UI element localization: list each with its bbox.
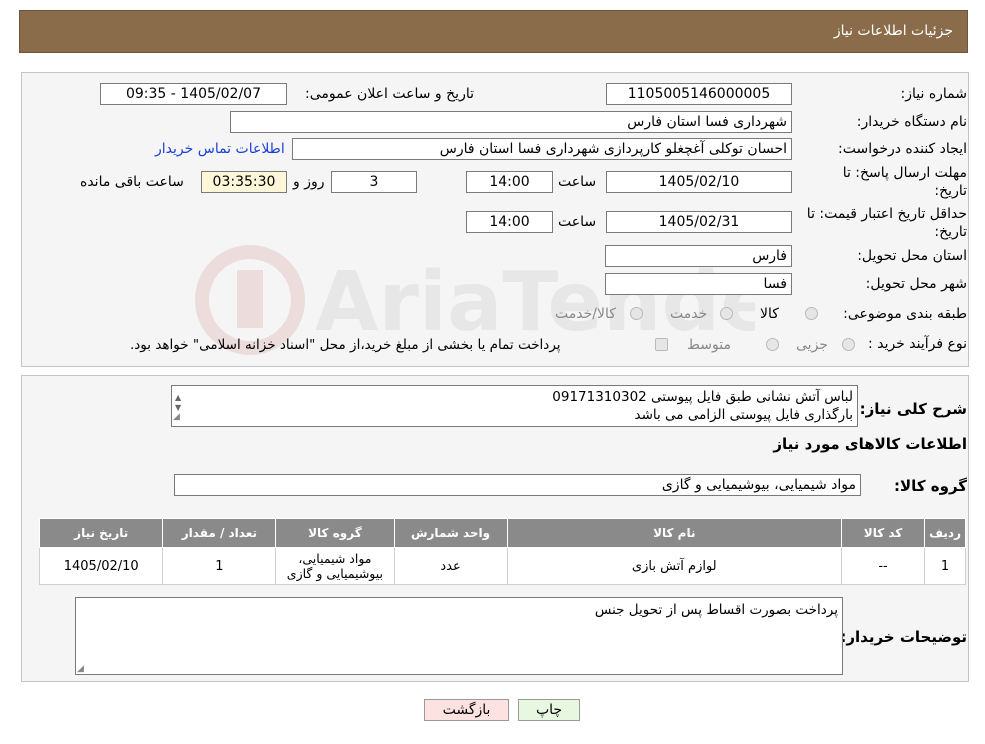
cell-unit: عدد (393, 547, 508, 585)
description-line-1: لباس آتش نشانی طبق فایل پیوستی 091713103… (552, 389, 853, 405)
col-date: تاریخ نیاز (38, 518, 164, 548)
table-row: 1 -- لوازم آتش بازی عدد مواد شیمیایی، بی… (38, 547, 966, 585)
creator-label: ایجاد کننده درخواست: (838, 141, 967, 157)
city-field: فسا (605, 273, 792, 295)
validity-time-label: ساعت (558, 214, 597, 230)
cell-date: 1405/02/10 (38, 547, 164, 585)
page-header: جزئیات اطلاعات نیاز (19, 10, 968, 53)
category-goods-service-radio[interactable] (630, 307, 643, 320)
goods-group-label: گروه کالا: (894, 477, 967, 495)
validity-date-field: 1405/02/31 (606, 211, 792, 233)
category-goods-radio[interactable] (805, 307, 818, 320)
goods-table-header: ردیف کد کالا نام کالا واحد شمارش گروه کا… (38, 518, 966, 548)
page-title: جزئیات اطلاعات نیاز (833, 23, 953, 39)
deadline-time-field: 14:00 (466, 171, 553, 193)
col-qty: تعداد / مقدار (162, 518, 277, 548)
need-number-label: شماره نیاز: (900, 86, 968, 102)
cell-row: 1 (924, 547, 966, 585)
city-label: شهر محل تحویل: (865, 276, 967, 292)
need-number-field: 1105005146000005 (606, 83, 792, 105)
description-label: شرح کلی نیاز: (859, 400, 967, 418)
print-button[interactable]: چاپ (518, 699, 580, 721)
col-group: گروه کالا (275, 518, 395, 548)
announce-label: تاریخ و ساعت اعلان عمومی: (305, 86, 474, 102)
days-field: 3 (331, 171, 417, 193)
col-row: ردیف (924, 518, 966, 548)
buyer-notes-label: توضیحات خریدار: (840, 628, 967, 646)
col-unit: واحد شمارش (393, 518, 508, 548)
buyer-org-field: شهرداری فسا استان فارس (230, 111, 792, 133)
category-service-label: خدمت (670, 306, 708, 322)
category-label: طبقه بندی موضوعی: (843, 306, 967, 322)
process-label: نوع فرآیند خرید : (868, 336, 967, 352)
deadline-label-2: تاریخ: (934, 183, 967, 199)
buyer-contact-link[interactable]: اطلاعات تماس خریدار (155, 141, 285, 157)
validity-label-2: تاریخ: (934, 224, 967, 240)
category-goods-label: کالا (760, 306, 779, 322)
process-minor-radio[interactable] (842, 338, 855, 351)
remaining-time-field: 03:35:30 (201, 171, 287, 193)
remaining-label: ساعت باقی مانده (80, 174, 184, 190)
deadline-date-field: 1405/02/10 (606, 171, 792, 193)
col-name: نام کالا (506, 518, 842, 548)
category-service-radio[interactable] (720, 307, 733, 320)
province-label: استان محل تحویل: (857, 248, 967, 264)
category-goods-service-label: کالا/خدمت (555, 306, 616, 322)
resize-handle-icon[interactable]: ◢ (77, 664, 84, 674)
validity-label-1: حداقل تاریخ اعتبار قیمت: تا (806, 206, 967, 222)
process-treasury-checkbox[interactable] (655, 338, 668, 351)
description-textarea[interactable]: لباس آتش نشانی طبق فایل پیوستی 091713103… (171, 385, 858, 427)
resize-handle-icon[interactable]: ◢ (173, 408, 180, 426)
deadline-time-label: ساعت (558, 174, 597, 190)
cell-name: لوازم آتش بازی (506, 547, 842, 585)
province-field: فارس (605, 245, 792, 267)
back-button[interactable]: بازگشت (424, 699, 509, 721)
description-line-2: بارگذاری فایل پیوستی الزامی می باشد (634, 407, 854, 423)
process-medium-radio[interactable] (766, 338, 779, 351)
validity-time-field: 14:00 (466, 211, 553, 233)
goods-group-field: مواد شیمیایی، بیوشیمیایی و گازی (174, 474, 861, 496)
cell-code: -- (840, 547, 926, 585)
buyer-org-label: نام دستگاه خریدار: (856, 114, 967, 130)
goods-section-title: اطلاعات کالاهای مورد نیاز (773, 435, 967, 453)
cell-qty: 1 (162, 547, 277, 585)
process-note: پرداخت تمام یا بخشی از مبلغ خرید،از محل … (130, 337, 561, 353)
goods-table: ردیف کد کالا نام کالا واحد شمارش گروه کا… (38, 518, 966, 585)
days-label: روز و (293, 174, 325, 190)
cell-group: مواد شیمیایی، بیوشیمیایی و گازی (275, 547, 395, 585)
buyer-notes-textarea[interactable]: پرداخت بصورت اقساط پس از تحویل جنس ◢ (75, 597, 843, 675)
announce-field: 1405/02/07 - 09:35 (100, 83, 287, 105)
deadline-label-1: مهلت ارسال پاسخ: تا (842, 165, 967, 181)
process-medium-label: متوسط (687, 337, 731, 353)
buyer-notes-text: پرداخت بصورت اقساط پس از تحویل جنس (594, 602, 838, 618)
col-code: کد کالا (840, 518, 926, 548)
creator-field: احسان توکلی آغچغلو کارپردازی شهرداری فسا… (292, 138, 792, 160)
process-minor-label: جزیی (796, 337, 828, 353)
